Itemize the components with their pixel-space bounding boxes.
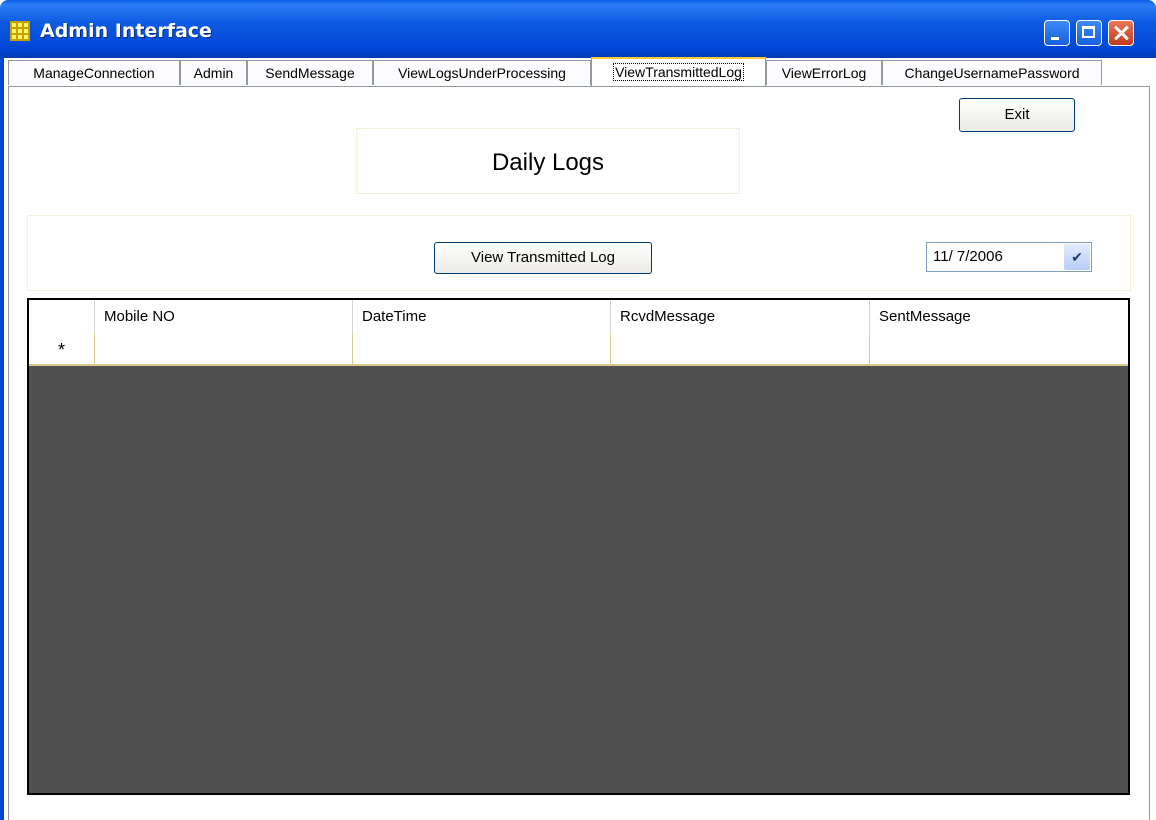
row-header-corner (29, 300, 94, 334)
column-header-sentmessage[interactable]: SentMessage (869, 300, 1128, 334)
tab-viewtransmittedlog[interactable]: ViewTransmittedLog (591, 57, 766, 87)
maximize-icon[interactable] (1076, 20, 1102, 46)
heading-group: Daily Logs (356, 128, 740, 194)
chevron-down-icon[interactable]: ✔ (1064, 244, 1090, 270)
column-header-rcvdmessage[interactable]: RcvdMessage (610, 300, 869, 334)
tab-sendmessage[interactable]: SendMessage (247, 60, 373, 85)
new-row-marker: * (57, 340, 65, 360)
date-value[interactable]: 11/ 7/2006 (933, 248, 1003, 265)
tab-admin[interactable]: Admin (180, 60, 247, 85)
tab-changeusernamepassword[interactable]: ChangeUsernamePassword (882, 60, 1102, 85)
page-title: Daily Logs (491, 149, 605, 176)
exit-button[interactable]: Exit (959, 98, 1075, 132)
new-row-cell-rcvdmessage[interactable] (610, 334, 869, 364)
column-header-mobile-no[interactable]: Mobile NO (94, 300, 352, 334)
minimize-icon[interactable] (1044, 20, 1070, 46)
window-title: Admin Interface (40, 20, 212, 42)
new-row[interactable]: * (29, 334, 1128, 366)
new-row-cell-sentmessage[interactable] (869, 334, 1128, 364)
title-bar[interactable]: Admin Interface (0, 0, 1156, 58)
window-left-border (0, 58, 4, 820)
view-transmitted-log-button[interactable]: View Transmitted Log (434, 242, 652, 274)
tab-manageconnection[interactable]: ManageConnection (8, 60, 180, 85)
column-header-datetime[interactable]: DateTime (352, 300, 610, 334)
admin-window: Admin Interface ManageConnection Admin S… (0, 0, 1156, 820)
tab-viewerrorlog[interactable]: ViewErrorLog (766, 60, 882, 85)
close-icon[interactable] (1108, 20, 1134, 46)
tab-viewlogsunderprocessing[interactable]: ViewLogsUnderProcessing (373, 60, 591, 85)
date-picker[interactable]: 11/ 7/2006 ✔ (926, 242, 1092, 272)
app-grid-icon (10, 21, 30, 41)
grid-header: Mobile NO DateTime RcvdMessage SentMessa… (29, 300, 1128, 335)
log-grid[interactable]: Mobile NO DateTime RcvdMessage SentMessa… (27, 298, 1130, 795)
new-row-cell-datetime[interactable] (352, 334, 610, 364)
new-row-cell-mobile-no[interactable] (94, 334, 352, 364)
